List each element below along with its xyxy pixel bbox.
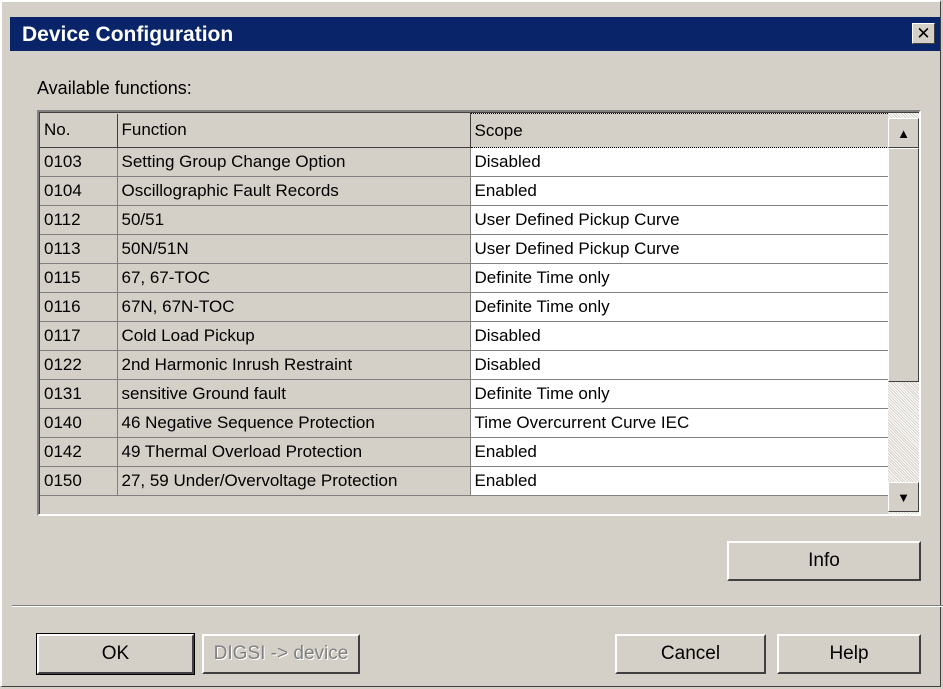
- cell-scope[interactable]: Disabled: [470, 321, 890, 351]
- table-row[interactable]: 0116 67N, 67N-TOC Definite Time only: [40, 292, 890, 322]
- table-row[interactable]: 0112 50/51 User Defined Pickup Curve: [40, 205, 890, 235]
- arrow-up-icon: ▲: [897, 125, 910, 141]
- cell-function: 50N/51N: [117, 234, 471, 264]
- table-row[interactable]: 0131 sensitive Ground fault Definite Time …: [40, 379, 890, 409]
- cell-function: 46 Negative Sequence Protection: [117, 408, 471, 438]
- help-button[interactable]: Help: [777, 634, 921, 674]
- cell-scope[interactable]: Time Overcurrent Curve IEC: [470, 408, 890, 438]
- scroll-down-button[interactable]: ▼: [888, 482, 919, 512]
- cancel-button[interactable]: Cancel: [615, 634, 766, 674]
- digsi-to-device-button[interactable]: DIGSI -> device: [202, 634, 360, 674]
- cell-function: 49 Thermal Overload Protection: [117, 437, 471, 467]
- scrollbar-thumb[interactable]: [888, 148, 919, 382]
- window-title: Device Configuration: [22, 23, 234, 46]
- cell-no: 0117: [40, 321, 118, 351]
- cell-function: sensitive Ground fault: [117, 379, 471, 409]
- table-row[interactable]: 0103 Setting Group Change Option Disabled: [40, 147, 890, 177]
- cell-scope[interactable]: Definite Time only: [470, 292, 890, 322]
- table-row[interactable]: 0104 Oscillographic Fault Records Enabled: [40, 176, 890, 206]
- cell-scope[interactable]: User Defined Pickup Curve: [470, 205, 890, 235]
- table-row[interactable]: 0115 67, 67-TOC Definite Time only: [40, 263, 890, 293]
- column-header-no[interactable]: No.: [40, 113, 118, 148]
- cell-no: 0140: [40, 408, 118, 438]
- functions-grid: No. Function Scope 0103 Setting Group Cha…: [37, 110, 921, 516]
- table-row[interactable]: 0122 2nd Harmonic Inrush Restraint Disable…: [40, 350, 890, 380]
- column-header-function[interactable]: Function: [117, 113, 471, 148]
- cell-no: 0122: [40, 350, 118, 380]
- separator-line: [12, 605, 943, 607]
- cell-function: 2nd Harmonic Inrush Restraint: [117, 350, 471, 380]
- cell-scope[interactable]: Enabled: [470, 176, 890, 206]
- table-row[interactable]: 0150 27, 59 Under/Overvoltage Protection E…: [40, 466, 890, 496]
- cell-scope[interactable]: User Defined Pickup Curve: [470, 234, 890, 264]
- device-configuration-dialog: Device Configuration ✕ Available functio…: [0, 0, 943, 687]
- info-button[interactable]: Info: [727, 541, 921, 581]
- table-row[interactable]: 0140 46 Negative Sequence Protection Time …: [40, 408, 890, 438]
- cell-no: 0104: [40, 176, 118, 206]
- cell-scope[interactable]: Disabled: [470, 147, 890, 177]
- close-icon: ✕: [916, 24, 931, 43]
- table-row[interactable]: 0142 49 Thermal Overload Protection Enable…: [40, 437, 890, 467]
- cell-no: 0116: [40, 292, 118, 322]
- available-functions-label: Available functions:: [37, 78, 192, 98]
- cell-no: 0103: [40, 147, 118, 177]
- cell-no: 0113: [40, 234, 118, 264]
- cell-scope[interactable]: Definite Time only: [470, 263, 890, 293]
- close-button[interactable]: ✕: [912, 23, 935, 44]
- table-row[interactable]: 0113 50N/51N User Defined Pickup Curve: [40, 234, 890, 264]
- cell-function: 67, 67-TOC: [117, 263, 471, 293]
- cell-scope[interactable]: Disabled: [470, 350, 890, 380]
- title-bar: Device Configuration ✕: [10, 17, 940, 51]
- cell-no: 0150: [40, 466, 118, 496]
- table-header-row: No. Function Scope: [40, 113, 890, 148]
- cell-function: 27, 59 Under/Overvoltage Protection: [117, 466, 471, 496]
- arrow-down-icon: ▼: [897, 489, 910, 505]
- column-header-scope[interactable]: Scope: [469, 113, 890, 148]
- scroll-up-button[interactable]: ▲: [888, 118, 919, 148]
- cell-no: 0142: [40, 437, 118, 467]
- cell-no: 0112: [40, 205, 118, 235]
- cell-no: 0131: [40, 379, 118, 409]
- cell-function: 50/51: [117, 205, 471, 235]
- table-row[interactable]: 0117 Cold Load Pickup Disabled: [40, 321, 890, 351]
- cell-function: 67N, 67N-TOC: [117, 292, 471, 322]
- cell-scope[interactable]: Enabled: [470, 466, 890, 496]
- cell-function: Setting Group Change Option: [117, 147, 471, 177]
- cell-scope[interactable]: Definite Time only: [470, 379, 890, 409]
- vertical-scrollbar[interactable]: ▲ ▼: [888, 113, 919, 514]
- cell-function: Cold Load Pickup: [117, 321, 471, 351]
- cell-no: 0115: [40, 263, 118, 293]
- cell-scope[interactable]: Enabled: [470, 437, 890, 467]
- cell-function: Oscillographic Fault Records: [117, 176, 471, 206]
- ok-button[interactable]: OK: [36, 633, 195, 675]
- functions-table: No. Function Scope 0103 Setting Group Cha…: [40, 113, 890, 496]
